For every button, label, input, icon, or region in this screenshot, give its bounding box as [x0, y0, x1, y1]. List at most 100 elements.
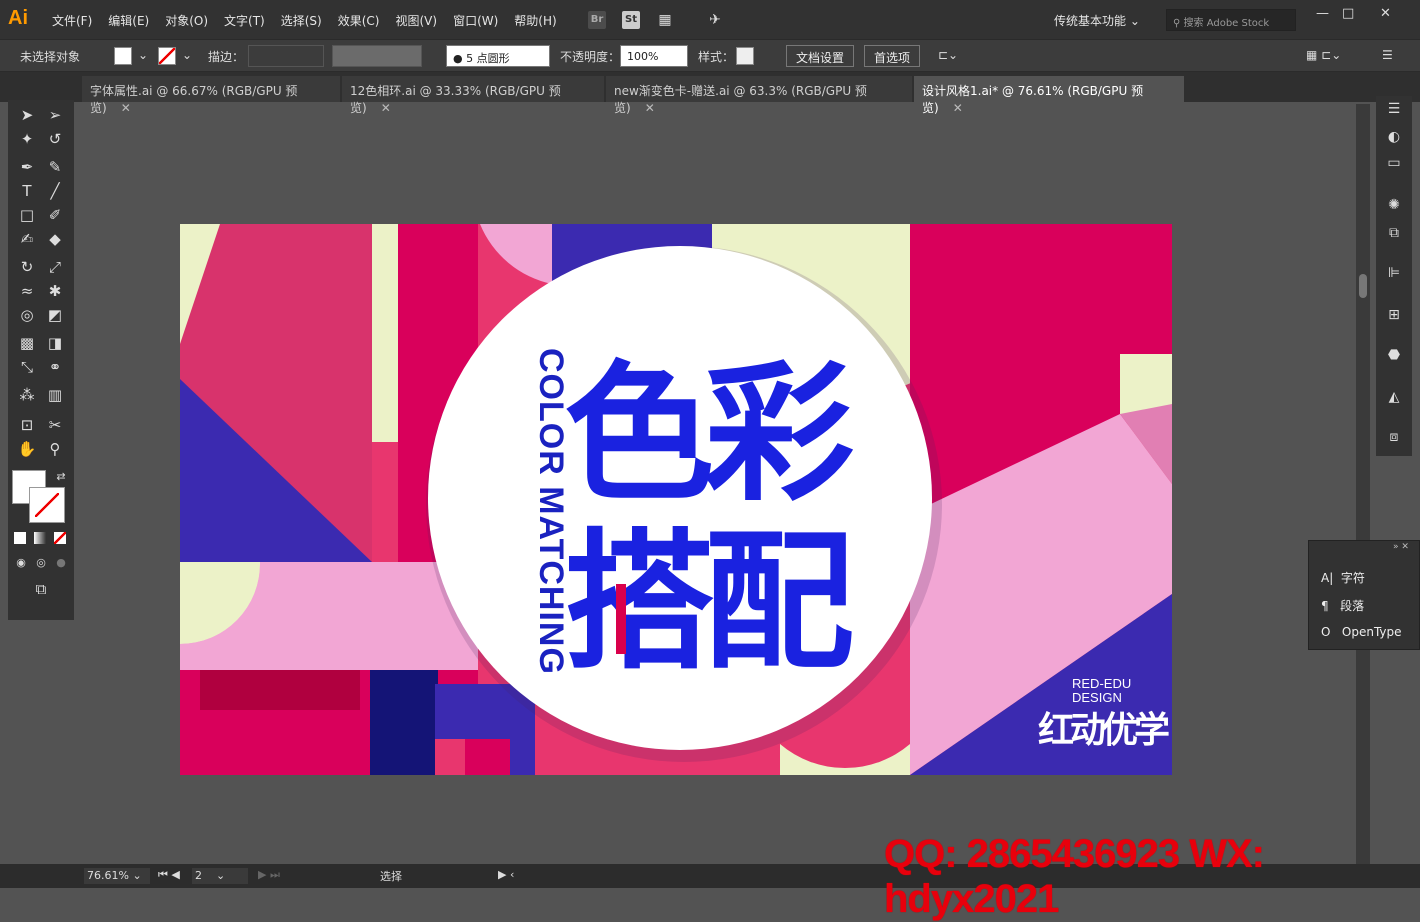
close-icon[interactable]: ✕	[1380, 6, 1391, 21]
rocket-icon[interactable]: ✈	[706, 11, 724, 29]
menu-icon[interactable]: ☰	[1382, 48, 1393, 62]
menu-view[interactable]: 视图(V)	[387, 12, 445, 29]
page-field[interactable]: 2 ⌄	[192, 868, 248, 884]
menu-effect[interactable]: 效果(C)	[330, 12, 388, 29]
panel-options-icon[interactable]: ▦ ⊏⌄	[1306, 48, 1341, 62]
chevron-down-icon[interactable]: ⌄	[182, 48, 192, 62]
magic-wand-icon[interactable]: ✦	[16, 128, 38, 150]
curvature-tool-icon[interactable]: ✎	[44, 156, 66, 178]
menu-object[interactable]: 对象(O)	[157, 12, 216, 29]
layout-grid-icon[interactable]: ▦	[656, 11, 674, 29]
workspace-switcher[interactable]: 传统基本功能 ⌄	[1054, 12, 1140, 29]
menu-file[interactable]: 文件(F)	[44, 12, 100, 29]
menu-select[interactable]: 选择(S)	[273, 12, 330, 29]
brush-tool-icon[interactable]: ✐	[44, 204, 66, 226]
gradient-icon[interactable]: ▭	[1385, 154, 1403, 172]
chevron-down-icon[interactable]: ⌄	[138, 48, 148, 62]
paragraph-item[interactable]: ¶ 段落	[1321, 597, 1364, 614]
gradient-tool-icon[interactable]: ◨	[44, 332, 66, 354]
graph-tool-icon[interactable]: ▥	[44, 384, 66, 406]
tab-document-2[interactable]: 12色相环.ai @ 33.33% (RGB/GPU 预览) ✕	[342, 76, 604, 115]
zoom-tool-icon[interactable]: ⚲	[44, 438, 66, 460]
close-icon[interactable]: ✕	[121, 101, 131, 115]
close-icon[interactable]: ✕	[953, 101, 963, 115]
opacity-input[interactable]: 100%	[620, 45, 688, 67]
bridge-icon[interactable]: Br	[588, 11, 606, 29]
properties-icon[interactable]: ☰	[1385, 100, 1403, 118]
draw-normal-icon[interactable]: ◉	[10, 552, 32, 574]
align-icon[interactable]: ⊫	[1385, 264, 1403, 282]
stock-search-input[interactable]: ⚲ 搜索 Adobe Stock	[1166, 9, 1296, 31]
brush-definition[interactable]: ● 5 点圆形	[446, 45, 550, 67]
artboard[interactable]: COLOR MATCHING 色彩 搭配 RED-EDU DESIGN 红动优学	[180, 224, 1172, 775]
eyedropper-icon[interactable]: ⤡	[16, 356, 38, 378]
pathfinder-icon[interactable]: ⊞	[1385, 306, 1403, 324]
shaper-tool-icon[interactable]: ✍	[16, 228, 38, 250]
type-tool-icon[interactable]: T	[16, 180, 38, 202]
stock-icon[interactable]: St	[622, 11, 640, 29]
variable-width-profile[interactable]	[332, 45, 422, 67]
transform-icon[interactable]: ⧉	[1385, 224, 1403, 242]
close-icon[interactable]: ✕	[645, 101, 655, 115]
document-tabs: 字体属性.ai @ 66.67% (RGB/GPU 预览) ✕ 12色相环.ai …	[0, 72, 1420, 115]
draw-inside-icon[interactable]: ●	[50, 552, 72, 574]
pen-tool-icon[interactable]: ✒	[16, 156, 38, 178]
transparency-icon[interactable]: ◭	[1385, 388, 1403, 406]
line-tool-icon[interactable]: ╱	[44, 180, 66, 202]
swatches-icon[interactable]: ⬣	[1385, 346, 1403, 364]
eraser-icon[interactable]: ◆	[44, 228, 66, 250]
tab-document-active[interactable]: 设计风格1.ai* @ 76.61% (RGB/GPU 预览) ✕	[914, 76, 1184, 115]
appearance-icon[interactable]: ✺	[1385, 196, 1403, 214]
character-item[interactable]: A| 字符	[1321, 569, 1365, 586]
puppet-warp-icon[interactable]: ✱	[44, 280, 66, 302]
tab-document-1[interactable]: 字体属性.ai @ 66.67% (RGB/GPU 预览) ✕	[82, 76, 340, 115]
blend-tool-icon[interactable]: ⚭	[44, 356, 66, 378]
color-icon[interactable]: ◐	[1385, 128, 1403, 146]
rotate-tool-icon[interactable]: ↻	[16, 256, 38, 278]
scale-tool-icon[interactable]: ⤢	[44, 256, 66, 278]
scroll-thumb[interactable]	[1359, 274, 1367, 298]
first-page-icon[interactable]: ⏮ ◀	[158, 868, 180, 882]
mesh-tool-icon[interactable]: ▩	[16, 332, 38, 354]
status-arrow-icon[interactable]: ▶ ‹	[498, 868, 514, 881]
stroke-swatch[interactable]	[158, 47, 176, 65]
minimize-icon[interactable]: —	[1316, 6, 1329, 21]
draw-behind-icon[interactable]: ◎	[30, 552, 52, 574]
menu-edit[interactable]: 编辑(E)	[100, 12, 157, 29]
maximize-icon[interactable]: □	[1342, 6, 1354, 21]
shape-builder-icon[interactable]: ◎	[16, 304, 38, 326]
rectangle-tool-icon[interactable]: □	[16, 204, 38, 226]
swap-colors-icon[interactable]: ⇄	[50, 466, 72, 488]
arrange-icon[interactable]: ⊏⌄	[938, 48, 958, 62]
layers-icon[interactable]: ⧈	[1385, 428, 1403, 446]
menu-help[interactable]: 帮助(H)	[506, 12, 564, 29]
close-icon[interactable]: ✕	[381, 101, 391, 115]
zoom-field[interactable]: 76.61% ⌄	[84, 868, 150, 884]
collapse-icon[interactable]: » ✕	[1393, 542, 1409, 552]
opentype-item[interactable]: O OpenType	[1321, 625, 1402, 639]
menu-type[interactable]: 文字(T)	[216, 12, 273, 29]
warp-tool-icon[interactable]: ≈	[16, 280, 38, 302]
preferences-button[interactable]: 首选项	[864, 45, 921, 67]
perspective-grid-icon[interactable]: ◩	[44, 304, 66, 326]
screen-mode-icon[interactable]: ⧉	[30, 578, 52, 600]
document-setup-button[interactable]: 文档设置	[786, 45, 855, 67]
lasso-icon[interactable]: ↺	[44, 128, 66, 150]
stroke-weight-field[interactable]	[248, 45, 324, 67]
symbol-sprayer-icon[interactable]: ⁂	[16, 384, 38, 406]
color-mode-icon[interactable]	[14, 532, 26, 544]
vertical-scrollbar[interactable]	[1356, 104, 1370, 864]
menu-window[interactable]: 窗口(W)	[445, 12, 506, 29]
hand-tool-icon[interactable]: ✋	[16, 438, 38, 460]
fill-swatch[interactable]	[114, 47, 132, 65]
gradient-mode-icon[interactable]	[34, 532, 46, 544]
selection-tool-icon[interactable]: ➤	[16, 104, 38, 126]
none-mode-icon[interactable]	[54, 532, 66, 544]
direct-selection-icon[interactable]: ➢	[44, 104, 66, 126]
artboard-tool-icon[interactable]: ⊡	[16, 414, 38, 436]
next-page-icon[interactable]: ▶ ⏭	[258, 868, 280, 882]
stroke-color-swatch[interactable]	[29, 487, 65, 523]
tab-document-3[interactable]: new渐变色卡-赠送.ai @ 63.3% (RGB/GPU 预览) ✕	[606, 76, 912, 115]
slice-tool-icon[interactable]: ✂	[44, 414, 66, 436]
graphic-style-swatch[interactable]	[736, 47, 754, 65]
